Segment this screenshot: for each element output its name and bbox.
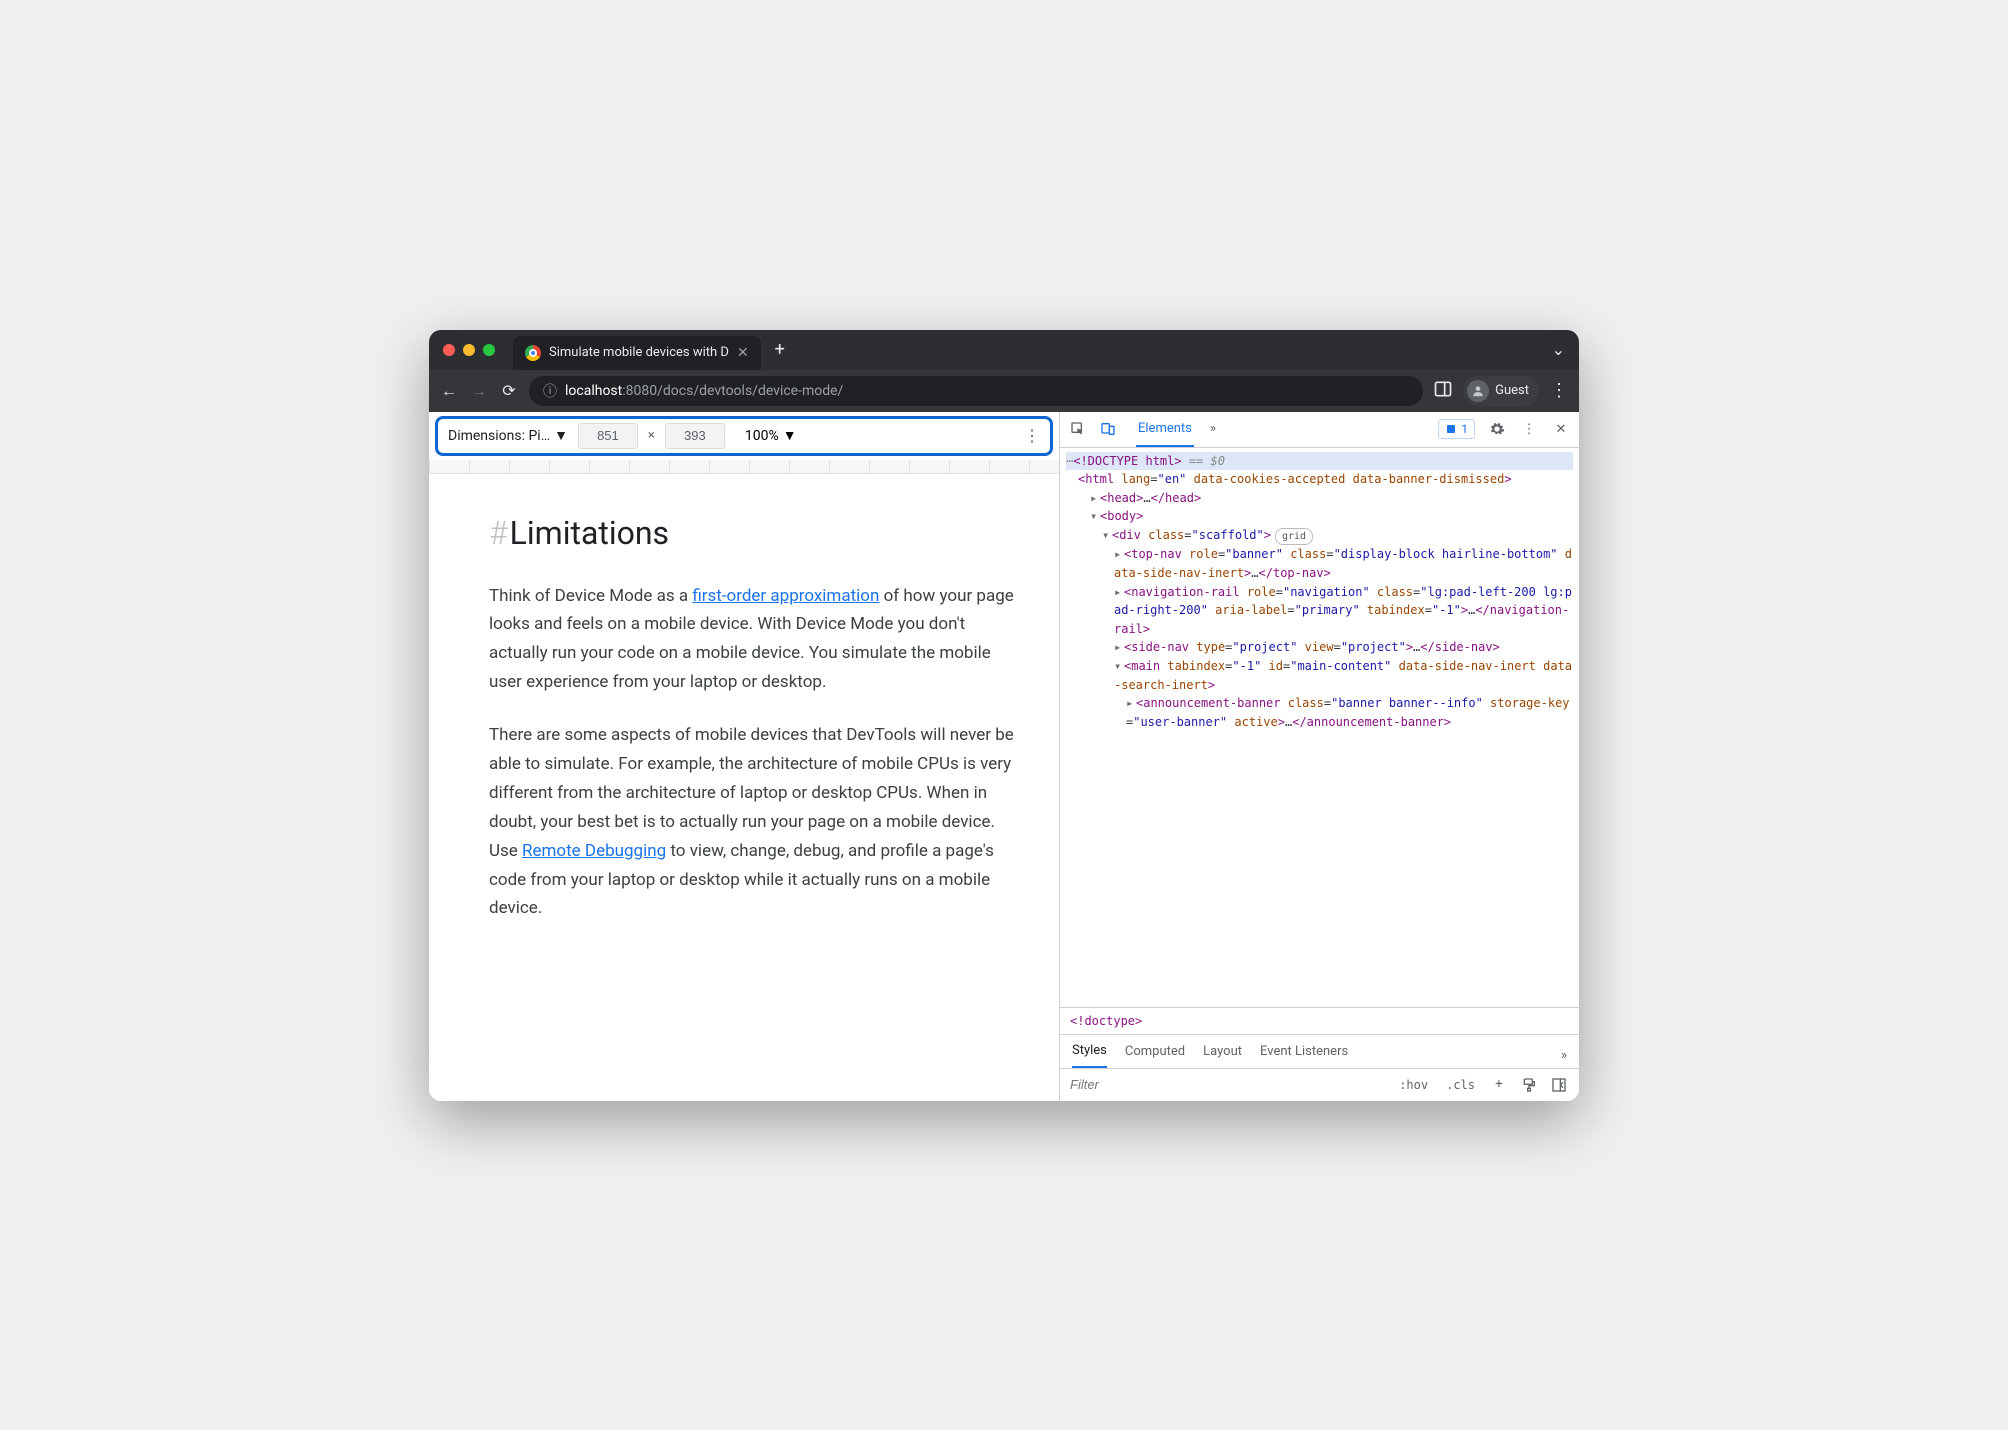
paragraph: Think of Device Mode as a first-order ap… xyxy=(489,582,1019,698)
issues-chip[interactable]: 1 xyxy=(1438,419,1475,439)
dimensions-dropdown[interactable]: Dimensions: Pi… ▼ xyxy=(448,427,568,444)
dom-node[interactable]: ▸<head>…</head> xyxy=(1066,489,1573,508)
dom-node[interactable]: ⋯<!DOCTYPE html> == $0 xyxy=(1066,452,1573,471)
tab-styles[interactable]: Styles xyxy=(1072,1043,1107,1068)
address-bar[interactable]: ⓘ localhost:8080/docs/devtools/device-mo… xyxy=(529,376,1423,406)
page-content: #Limitations Think of Device Mode as a f… xyxy=(429,474,1059,988)
tab-title: Simulate mobile devices with D xyxy=(549,345,729,360)
ruler xyxy=(429,460,1059,474)
height-input[interactable] xyxy=(665,423,725,449)
device-toolbar: Dimensions: Pi… ▼ × 100% ▼ ⋮ xyxy=(435,416,1053,456)
browser-menu[interactable]: ⋮ xyxy=(1549,380,1569,401)
computed-panel-icon[interactable] xyxy=(1549,1075,1569,1095)
navbar: ← → ⟳ ⓘ localhost:8080/docs/devtools/dev… xyxy=(429,370,1579,412)
width-input[interactable] xyxy=(578,423,638,449)
devtools-panel: Elements » 1 ⋮ ✕ ⋯<!DOCTYPE html> == $ xyxy=(1059,412,1579,1101)
window-close[interactable] xyxy=(443,344,455,356)
tab-elements[interactable]: Elements xyxy=(1136,412,1194,447)
url-path: /docs/devtools/device-mode/ xyxy=(657,383,843,399)
forward-button[interactable]: → xyxy=(469,381,489,401)
styles-tabs: Styles Computed Layout Event Listeners » xyxy=(1060,1035,1579,1069)
gear-icon[interactable] xyxy=(1487,419,1507,439)
panel-icon[interactable] xyxy=(1433,379,1453,403)
first-order-link[interactable]: first-order approximation xyxy=(692,586,879,606)
dom-node[interactable]: <html lang="en" data-cookies-accepted da… xyxy=(1066,470,1573,489)
styles-filter-row: :hov .cls + xyxy=(1060,1069,1579,1101)
dom-node[interactable]: ▾<body> xyxy=(1066,507,1573,526)
reload-button[interactable]: ⟳ xyxy=(499,381,519,400)
tabs-overflow-icon[interactable]: » xyxy=(1208,412,1218,447)
dom-node[interactable]: ▾<main tabindex="-1" id="main-content" d… xyxy=(1066,657,1573,694)
zoom-dropdown[interactable]: 100% ▼ xyxy=(745,427,797,444)
tab-computed[interactable]: Computed xyxy=(1125,1044,1185,1067)
profile-label: Guest xyxy=(1495,383,1529,398)
titlebar: Simulate mobile devices with D ✕ + ⌄ xyxy=(429,330,1579,370)
devtools-close-icon[interactable]: ✕ xyxy=(1551,419,1571,439)
dom-node[interactable]: ▸<navigation-rail role="navigation" clas… xyxy=(1066,583,1573,639)
tab-event-listeners[interactable]: Event Listeners xyxy=(1260,1044,1348,1067)
tab-layout[interactable]: Layout xyxy=(1203,1044,1242,1067)
styles-tabs-overflow-icon[interactable]: » xyxy=(1561,1048,1567,1063)
inspect-icon[interactable] xyxy=(1068,419,1088,439)
device-preview-pane: Dimensions: Pi… ▼ × 100% ▼ ⋮ #Limitation… xyxy=(429,412,1059,1101)
chevron-down-icon: ▼ xyxy=(783,427,797,444)
times-label: × xyxy=(648,428,655,443)
styles-filter-input[interactable] xyxy=(1070,1077,1385,1092)
paint-icon[interactable] xyxy=(1519,1075,1539,1095)
cls-toggle[interactable]: .cls xyxy=(1442,1076,1479,1094)
tab-close-icon[interactable]: ✕ xyxy=(737,345,749,361)
back-button[interactable]: ← xyxy=(439,381,459,401)
dom-node[interactable]: ▸<top-nav role="banner" class="display-b… xyxy=(1066,545,1573,582)
paragraph: There are some aspects of mobile devices… xyxy=(489,721,1019,923)
window-minimize[interactable] xyxy=(463,344,475,356)
dom-node[interactable]: ▸<announcement-banner class="banner bann… xyxy=(1066,694,1573,731)
dom-node[interactable]: ▾<div class="scaffold">grid xyxy=(1066,526,1573,546)
url-host: localhost xyxy=(565,383,622,399)
new-style-rule-icon[interactable]: + xyxy=(1489,1075,1509,1095)
browser-window: Simulate mobile devices with D ✕ + ⌄ ← →… xyxy=(429,330,1579,1101)
dom-tree[interactable]: ⋯<!DOCTYPE html> == $0 <html lang="en" d… xyxy=(1060,448,1579,1007)
chrome-icon xyxy=(525,345,541,361)
remote-debugging-link[interactable]: Remote Debugging xyxy=(522,841,666,861)
breadcrumb[interactable]: <!doctype> xyxy=(1060,1007,1579,1035)
hov-toggle[interactable]: :hov xyxy=(1395,1076,1432,1094)
traffic-lights xyxy=(443,344,495,356)
browser-tab[interactable]: Simulate mobile devices with D ✕ xyxy=(513,336,761,370)
window-maximize[interactable] xyxy=(483,344,495,356)
new-tab-button[interactable]: + xyxy=(775,339,785,360)
avatar-icon xyxy=(1467,380,1489,402)
device-toolbar-menu[interactable]: ⋮ xyxy=(1024,426,1040,445)
site-info-icon[interactable]: ⓘ xyxy=(543,381,557,401)
chevron-down-icon[interactable]: ⌄ xyxy=(1552,340,1565,359)
device-toggle-icon[interactable] xyxy=(1098,419,1118,439)
chevron-down-icon: ▼ xyxy=(554,427,568,444)
page-heading: #Limitations xyxy=(489,514,1019,552)
dom-node[interactable]: ▸<side-nav type="project" view="project"… xyxy=(1066,638,1573,657)
devtools-menu[interactable]: ⋮ xyxy=(1519,419,1539,439)
devtools-toolbar: Elements » 1 ⋮ ✕ xyxy=(1060,412,1579,448)
profile-chip[interactable]: Guest xyxy=(1463,376,1539,406)
